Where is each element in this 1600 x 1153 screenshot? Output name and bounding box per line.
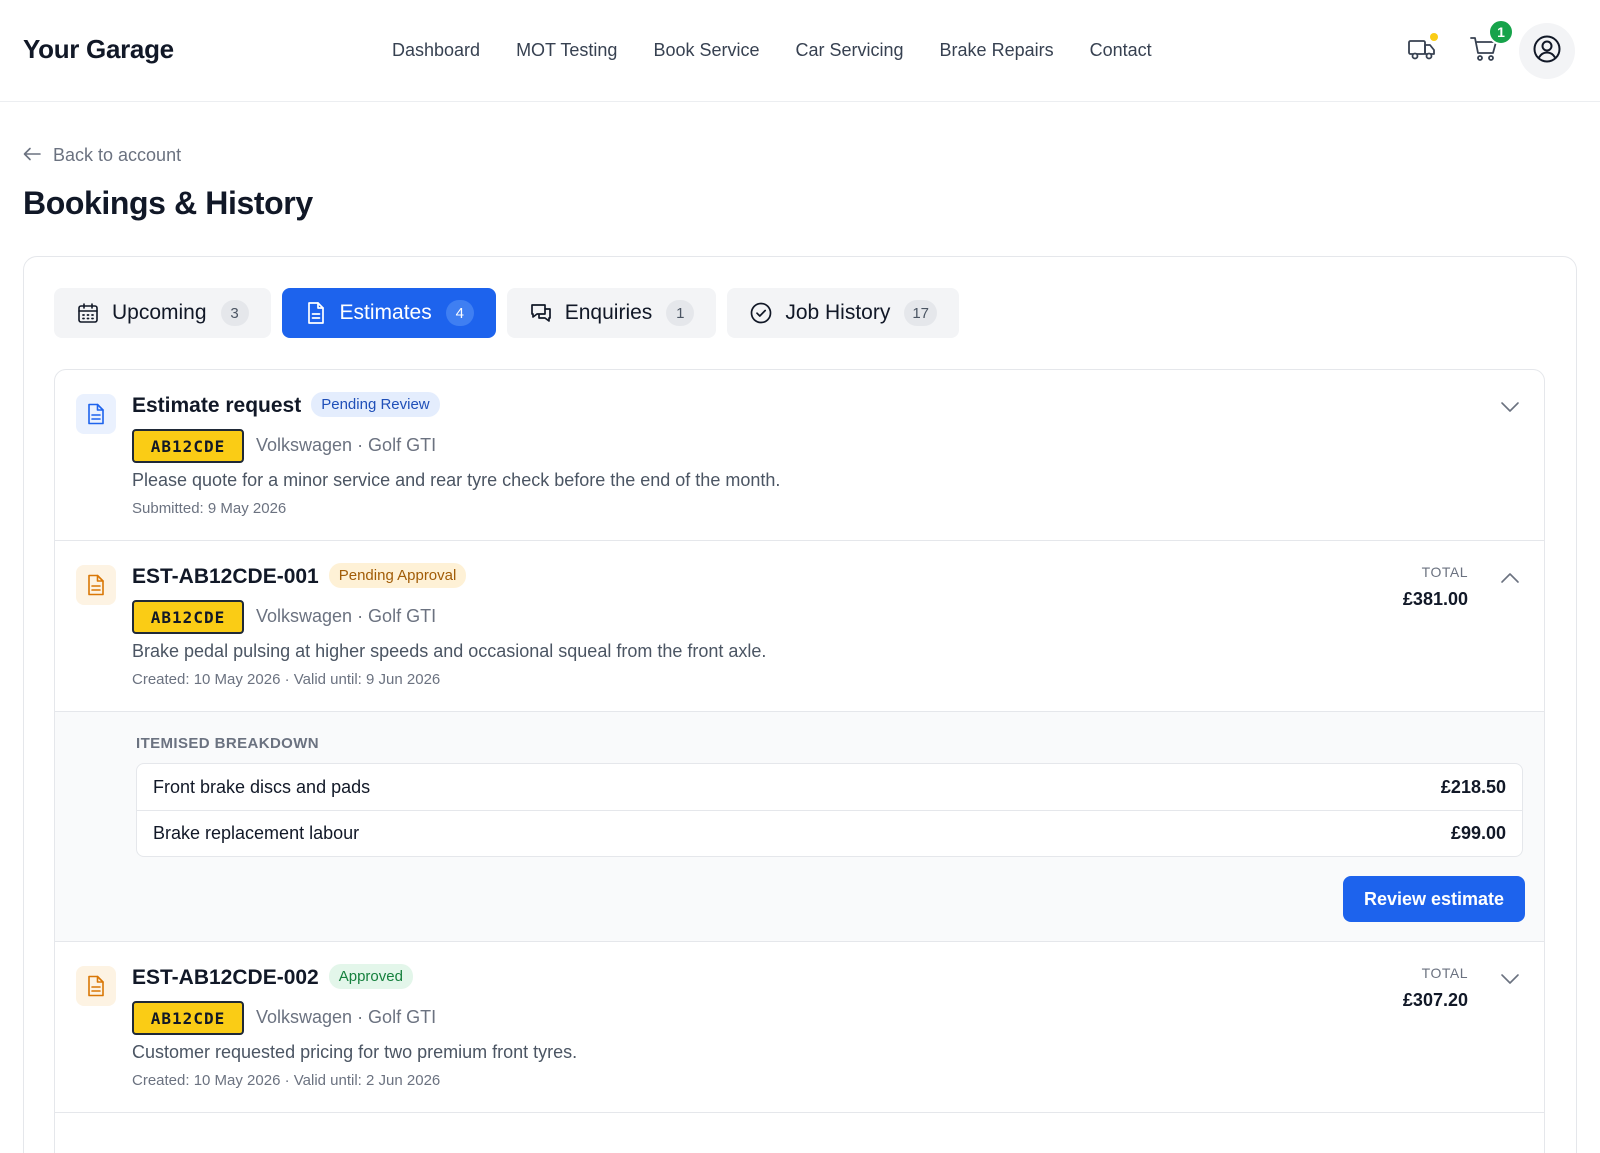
number-plate: AB12CDE (132, 1001, 244, 1035)
item-meta: Created: 10 May 2026 · Valid until: 2 Ju… (132, 1072, 441, 1089)
estimate-item[interactable]: EST-AB12CDE-002 Approved AB12CDE Volkswag… (55, 942, 1544, 1113)
breakdown-heading: ITEMISED BREAKDOWN (136, 735, 320, 752)
estimate-item-partial[interactable] (55, 1113, 1544, 1153)
top-header: Your Garage Dashboard MOT Testing Book S… (0, 0, 1600, 102)
document-icon (76, 394, 116, 434)
document-icon (304, 301, 328, 325)
estimate-item[interactable]: EST-AB12CDE-001 Pending Approval AB12CDE … (55, 541, 1544, 712)
vehicle-name: Volkswagen · Golf GTI (256, 606, 437, 626)
item-description: Brake pedal pulsing at higher speeds and… (132, 641, 767, 661)
arrow-left-icon (23, 145, 41, 166)
number-plate: AB12CDE (132, 429, 244, 463)
user-icon (1532, 34, 1562, 69)
tab-enquiries-count: 1 (666, 300, 695, 326)
chevron-down-icon[interactable] (1497, 966, 1523, 992)
breakdown-item-label: Brake replacement labour (153, 823, 360, 843)
vehicle-name: Volkswagen · Golf GTI (256, 1007, 437, 1027)
back-link-label: Back to account (53, 145, 182, 165)
status-badge: Pending Review (311, 392, 440, 417)
breakdown-item-amount: £99.00 (1450, 823, 1506, 843)
estimates-list: Estimate request Pending Review AB12CDE V… (54, 369, 1545, 1153)
item-title: EST-AB12CDE-002 (132, 966, 319, 989)
breakdown-item-amount: £218.50 (1440, 776, 1506, 797)
total-value: £307.20 (1402, 990, 1468, 1010)
total-label: TOTAL (1421, 564, 1468, 580)
page-title: Bookings & History (23, 185, 313, 221)
item-title: EST-AB12CDE-001 (132, 565, 319, 588)
item-meta: Submitted: 9 May 2026 (132, 500, 287, 517)
review-estimate-button[interactable]: Review estimate (1343, 876, 1525, 922)
item-meta: Created: 10 May 2026 · Valid until: 9 Ju… (132, 671, 441, 688)
document-icon (76, 966, 116, 1006)
account-button[interactable] (1519, 23, 1575, 79)
total-value: £381.00 (1402, 589, 1468, 609)
tab-enquiries-label: Enquiries (564, 301, 653, 324)
breakdown-table: Front brake discs and pads £218.50 Brake… (136, 763, 1523, 857)
chat-icon (529, 301, 553, 325)
brand-logo[interactable]: Your Garage (23, 34, 174, 65)
nav-contact[interactable]: Contact (1090, 40, 1152, 61)
calendar-icon (76, 301, 100, 325)
tab-upcoming[interactable]: Upcoming 3 (54, 288, 271, 338)
number-plate: AB12CDE (132, 600, 244, 634)
nav-brake-repairs[interactable]: Brake Repairs (940, 40, 1054, 61)
back-to-account-link[interactable]: Back to account (23, 145, 181, 166)
nav-car-servicing[interactable]: Car Servicing (796, 40, 904, 61)
tab-job-history-count: 17 (904, 300, 938, 326)
tab-estimates-count: 4 (445, 300, 474, 326)
vehicle-name: Volkswagen · Golf GTI (256, 435, 437, 455)
nav-mot-testing[interactable]: MOT Testing (516, 40, 617, 61)
nav-book-service[interactable]: Book Service (653, 40, 759, 61)
tab-bar: Upcoming 3 Estimates 4 Enquiries 1 Job H… (54, 288, 960, 338)
status-badge: Approved (328, 964, 413, 989)
breakdown-row: Brake replacement labour £99.00 (137, 810, 1522, 856)
item-title: Estimate request (132, 394, 302, 417)
tab-estimates-label: Estimates (339, 301, 432, 324)
itemised-breakdown: ITEMISED BREAKDOWN Front brake discs and… (55, 712, 1544, 942)
vehicles-button[interactable] (1400, 29, 1444, 73)
notification-dot (1430, 33, 1438, 41)
total-label: TOTAL (1421, 965, 1468, 981)
main-nav: Dashboard MOT Testing Book Service Car S… (392, 40, 1188, 61)
chevron-down-icon[interactable] (1497, 394, 1523, 420)
tab-estimates[interactable]: Estimates 4 (281, 288, 496, 338)
tab-upcoming-count: 3 (220, 300, 249, 326)
status-badge: Pending Approval (328, 563, 467, 588)
tab-upcoming-label: Upcoming (112, 301, 207, 324)
chevron-up-icon[interactable] (1497, 565, 1523, 591)
nav-dashboard[interactable]: Dashboard (392, 40, 480, 61)
estimate-request-item[interactable]: Estimate request Pending Review AB12CDE V… (55, 370, 1544, 541)
cart-button[interactable]: 1 (1462, 19, 1514, 73)
breakdown-row: Front brake discs and pads £218.50 (137, 764, 1522, 810)
item-description: Please quote for a minor service and rea… (132, 470, 781, 490)
tab-job-history[interactable]: Job History 17 (727, 288, 960, 338)
breakdown-item-label: Front brake discs and pads (153, 776, 371, 797)
document-icon (76, 565, 116, 605)
item-description: Customer requested pricing for two premi… (132, 1042, 578, 1062)
cart-count-badge: 1 (1488, 19, 1514, 45)
tab-enquiries[interactable]: Enquiries 1 (506, 288, 717, 338)
tab-job-history-label: Job History (785, 301, 891, 324)
check-circle-icon (749, 301, 773, 325)
